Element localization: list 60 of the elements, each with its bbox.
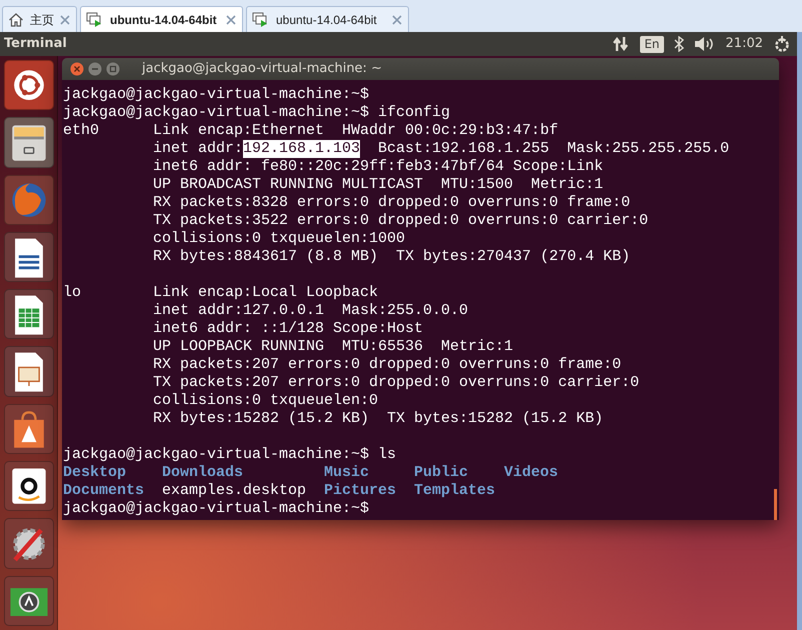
power-gear-icon[interactable] xyxy=(773,35,791,53)
terminal-text: TX packets:3522 errors:0 dropped:0 overruns:0 carrier:0 xyxy=(153,212,648,230)
app-title: Terminal xyxy=(4,35,67,54)
interface-name: eth0 xyxy=(63,122,100,139)
directory-name: Downloads xyxy=(162,464,244,481)
selected-text: 192.168.1.103 xyxy=(243,140,360,158)
scrollbar[interactable] xyxy=(774,489,777,520)
terminal-text: jackgao@jackgao-virtual-machine:~$ ifconfig xyxy=(63,104,450,122)
terminal-text: RX packets:8328 errors:0 dropped:0 overruns:0 frame:0 xyxy=(153,194,630,212)
terminal-text: jackgao@jackgao-virtual-machine:~$ ls xyxy=(63,446,396,464)
terminal-text: inet addr: xyxy=(153,140,244,158)
terminal-text: UP BROADCAST RUNNING MULTICAST MTU:1500 Metric:1 xyxy=(153,176,604,194)
terminal-text: RX bytes:8843617 (8.8 MB) TX bytes:270437 (270.4 KB) xyxy=(153,248,630,266)
spreadsheet-icon[interactable] xyxy=(4,289,54,340)
tab[interactable]: ubuntu-14.04-64bit xyxy=(246,6,409,32)
close-icon[interactable] xyxy=(226,14,236,24)
directory-name: Documents xyxy=(63,482,144,499)
close-icon[interactable] xyxy=(70,62,84,76)
terminal-text: Bcast:192.168.1.255 Mask:255.255.255.0 xyxy=(377,140,730,158)
maximize-icon[interactable] xyxy=(106,62,120,76)
tab[interactable]: 主页 xyxy=(2,6,77,32)
terminal-text: Link encap:Ethernet HWaddr 00:0c:29:b3:47:bf xyxy=(153,122,558,140)
window-title: jackgao@jackgao-virtual-machine: ~ xyxy=(142,60,382,78)
terminal-text: collisions:0 txqueuelen:0 xyxy=(153,392,378,410)
directory-name: Public xyxy=(414,464,468,481)
directory-name: Pictures xyxy=(324,482,396,499)
directory-name: Videos xyxy=(504,464,558,481)
tab-label[interactable]: ubuntu-14.04-64bit xyxy=(110,10,217,28)
directory-name: Desktop xyxy=(63,464,126,481)
terminal-text: TX packets:207 errors:0 dropped:0 overruns:0 carrier:0 xyxy=(153,374,640,392)
terminal-text: RX bytes:15282 (15.2 KB) TX bytes:15282 (15.2 KB) xyxy=(153,410,604,428)
terminal-text: jackgao@jackgao-virtual-machine:~$ xyxy=(63,500,370,518)
shopping-bag-icon[interactable] xyxy=(4,404,54,454)
home-icon xyxy=(8,12,24,28)
directory-name: Templates xyxy=(414,482,496,499)
network-icon[interactable] xyxy=(612,35,630,53)
terminal-text: inet6 addr: fe80::20c:29ff:feb3:47bf/64 Scope:Link xyxy=(153,158,604,176)
terminal-text: inet6 addr: ::1/128 Scope:Host xyxy=(153,320,424,338)
minimize-icon[interactable] xyxy=(88,62,102,76)
file-cabinet-icon[interactable] xyxy=(4,117,54,168)
gear-wrench-icon[interactable] xyxy=(4,518,54,569)
terminal-text: jackgao@jackgao-virtual-machine:~$ xyxy=(63,86,370,104)
tab-label[interactable]: ubuntu-14.04-64bit xyxy=(276,10,377,28)
interface-name: lo xyxy=(63,284,82,301)
bluetooth-icon[interactable] xyxy=(674,36,684,52)
clock[interactable]: 21:02 xyxy=(726,34,763,54)
directory-name: Music xyxy=(324,464,370,481)
terminal-text: inet addr:127.0.0.1 Mask:255.0.0.0 xyxy=(153,302,468,320)
keyboard-layout-indicator[interactable]: En xyxy=(640,36,664,52)
presentation-icon[interactable] xyxy=(4,346,54,397)
file-name: examples.desktop xyxy=(162,482,306,499)
ubuntu-logo-icon[interactable] xyxy=(4,60,54,110)
terminal-text: Link encap:Local Loopback xyxy=(153,284,378,302)
tab-label[interactable]: 主页 xyxy=(30,10,54,28)
terminal-text: RX packets:207 errors:0 dropped:0 overruns:0 frame:0 xyxy=(153,356,622,374)
globe-fox-icon[interactable] xyxy=(4,174,54,225)
terminal-text: UP LOOPBACK RUNNING MTU:65536 Metric:1 xyxy=(153,338,514,356)
document-icon[interactable] xyxy=(4,232,54,282)
terminal-text: collisions:0 txqueuelen:1000 xyxy=(153,230,406,248)
tab[interactable]: ubuntu-14.04-64bit xyxy=(80,6,243,32)
